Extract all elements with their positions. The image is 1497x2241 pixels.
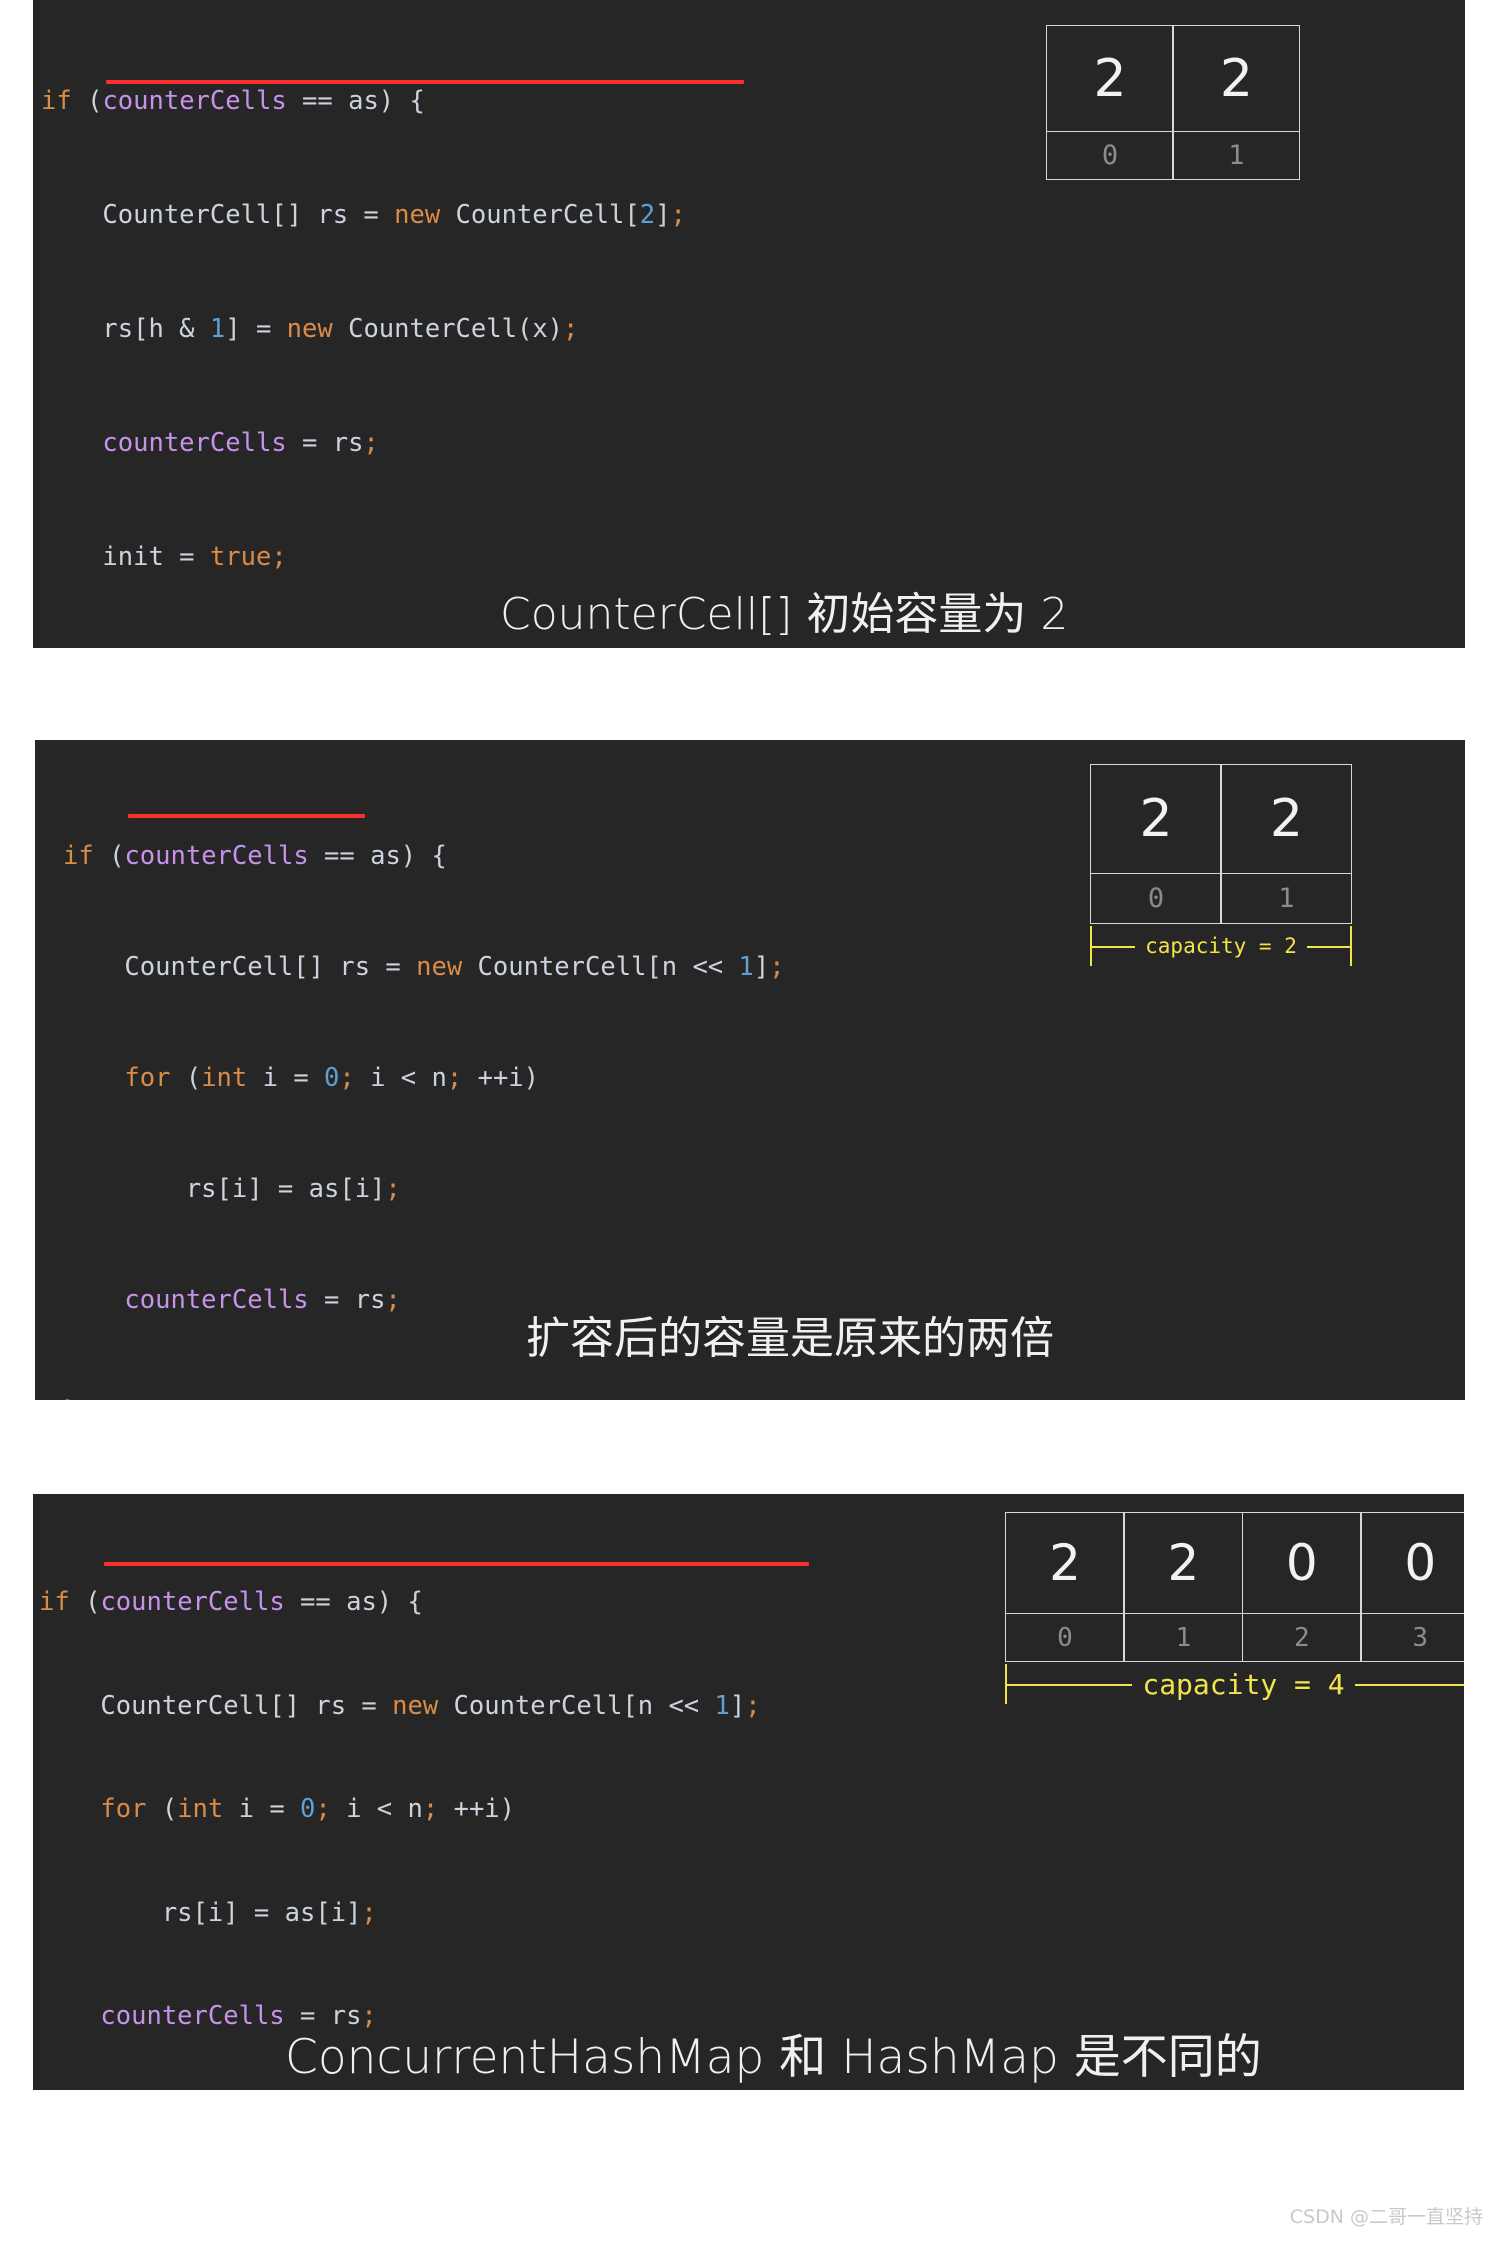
code-line: for (int i = 0; i < n; ++i)	[124, 1063, 539, 1093]
array-cell-index: 2	[1242, 1613, 1361, 1661]
panel-caption-1: CounterCell[] 初始容量为 2	[500, 589, 1069, 640]
array-cell: 2 0	[1046, 25, 1174, 180]
array-cell: 2 0	[1090, 764, 1222, 924]
code-line: CounterCell[] rs = new CounterCell[2];	[41, 200, 686, 230]
counter-cell-array-diagram-1: 2 0 2 1	[1046, 25, 1301, 180]
capacity-bar-right	[1349, 926, 1352, 966]
panel-caption-2: 扩容后的容量是原来的两倍	[526, 1313, 1054, 1364]
array-cell-index: 3	[1361, 1613, 1464, 1661]
array-cell-value: 2	[1049, 1534, 1081, 1592]
array-cell-value: 2	[1219, 48, 1253, 109]
code-line: rs[h & 1] = new CounterCell(x);	[41, 314, 579, 344]
array-cell: 2 1	[1172, 25, 1301, 180]
array-cells: 2 0 2 1 0 2 0 3	[1005, 1512, 1464, 1662]
capacity-brace-2: capacity = 2	[1090, 924, 1352, 968]
array-cell-value: 2	[1093, 48, 1127, 109]
red-underline-annotation	[104, 1562, 809, 1566]
code-line: rs[i] = as[i];	[39, 1897, 377, 1928]
array-cell: 2 0	[1005, 1512, 1125, 1662]
array-cells: 2 0 2 1	[1046, 25, 1301, 180]
code-line: rs[i] = as[i];	[63, 1174, 401, 1204]
array-cell-value: 2	[1269, 789, 1303, 849]
code-line: }	[63, 1393, 785, 1400]
code-line: for (int i = 0; i < n; ++i)	[100, 1794, 515, 1824]
array-cell-value: 2	[1139, 789, 1173, 849]
array-cell-index: 0	[1091, 873, 1221, 923]
capacity-bar-left	[1090, 926, 1093, 966]
array-cell: 0 3	[1360, 1512, 1464, 1662]
illustration-panel-1: if (counterCells == as) { CounterCell[] …	[33, 0, 1465, 648]
code-line: counterCells = rs;	[102, 428, 379, 458]
csdn-watermark: CSDN @二哥一直坚持	[1289, 2206, 1483, 2228]
capacity-brace-3: capacity = 4	[1005, 1662, 1464, 1706]
illustration-panel-2: if (counterCells == as) { CounterCell[] …	[35, 740, 1465, 1400]
code-line: if (counterCells == as) {	[39, 1587, 423, 1617]
red-underline-annotation	[128, 814, 365, 818]
array-cell-value: 2	[1167, 1534, 1200, 1592]
code-line: if (counterCells == as) {	[41, 86, 425, 116]
array-cells: 2 0 2 1	[1090, 764, 1353, 924]
counter-cell-array-diagram-3: 2 0 2 1 0 2 0 3 capacity = 4	[1005, 1512, 1464, 1706]
code-block-3: if (counterCells == as) { CounterCell[] …	[39, 1516, 761, 2090]
illustration-panel-3: if (counterCells == as) { CounterCell[] …	[33, 1494, 1464, 2090]
code-line: CounterCell[] rs = new CounterCell[n << …	[39, 1690, 761, 1721]
array-cell: 0 2	[1241, 1512, 1362, 1662]
panel-caption-3: ConcurrentHashMap 和 HashMap 是不同的	[285, 2030, 1262, 2085]
array-cell: 2 1	[1220, 764, 1353, 924]
code-line: CounterCell[] rs = new CounterCell[n << …	[63, 952, 785, 982]
array-cell-index: 1	[1124, 1613, 1243, 1661]
array-cell-index: 0	[1006, 1613, 1124, 1661]
array-cell: 2 1	[1123, 1512, 1244, 1662]
array-cell-index: 0	[1047, 131, 1173, 179]
red-underline-annotation	[106, 80, 744, 84]
capacity-label: capacity = 2	[1135, 934, 1307, 958]
code-line: if (counterCells == as) {	[63, 841, 447, 871]
code-line: init = true;	[41, 542, 287, 572]
array-cell-index: 1	[1221, 873, 1352, 923]
code-block-1: if (counterCells == as) { CounterCell[] …	[41, 6, 686, 648]
array-cell-value: 0	[1404, 1534, 1437, 1592]
counter-cell-array-diagram-2: 2 0 2 1 capacity = 2	[1090, 764, 1353, 968]
array-cell-index: 1	[1173, 131, 1300, 179]
capacity-label: capacity = 4	[1132, 1667, 1355, 1701]
capacity-bar-left	[1005, 1664, 1008, 1704]
array-cell-value: 0	[1285, 1534, 1318, 1592]
